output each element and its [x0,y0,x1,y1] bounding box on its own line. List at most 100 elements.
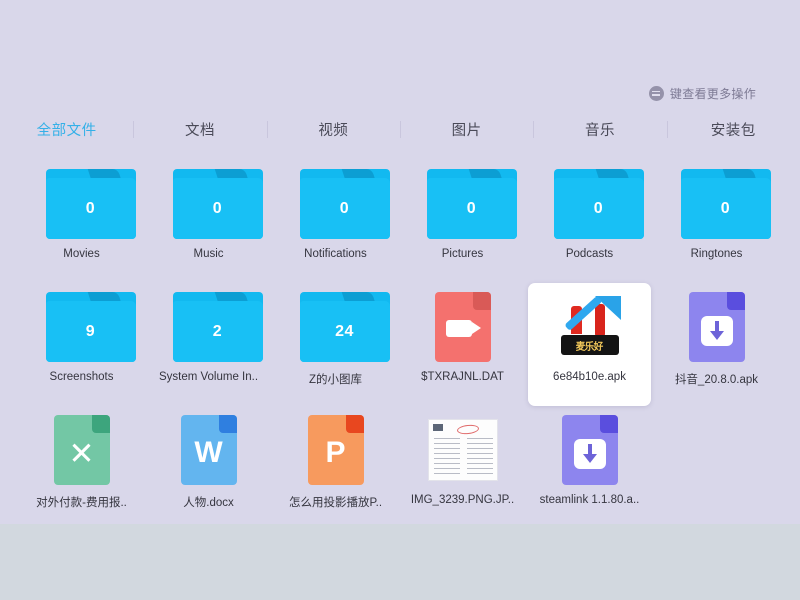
apk-file-icon [561,415,618,485]
file-thumbnail: W [173,414,245,486]
file-thumbnail: 0 [45,168,136,240]
music-app-icon: 麦乐好 [556,294,623,360]
file-label: steamlink 1.1.80.a.. [539,494,640,506]
file-label: $TXRAJNL.DAT [421,371,504,383]
tab-label: 安装包 [710,122,756,139]
image-thumbnail-icon [427,419,498,481]
file-item[interactable]: steamlink 1.1.80.a.. [528,406,651,529]
file-item[interactable]: 抖音_20.8.0.apk [655,283,778,406]
folder-item-count: 0 [85,199,96,217]
file-thumbnail: P [300,414,372,486]
folder-item-count: 0 [339,199,350,217]
folder-icon: 9 [45,292,136,362]
tab-label: 音乐 [584,122,615,139]
folder-item-count: 0 [212,199,223,217]
file-thumbnail [681,291,753,363]
file-item[interactable]: ✕ 对外付款-费用报.. [20,406,143,529]
file-thumbnail: 2 [172,291,263,363]
folder-icon: 0 [45,169,136,239]
file-label: Z的小图库 [308,374,363,386]
folder-item-count: 9 [85,322,96,340]
file-thumbnail [427,414,499,486]
folder-item-count: 2 [212,322,223,340]
file-label: 怎么用投影播放P.. [288,497,383,509]
bottom-bar [0,524,800,600]
file-item[interactable]: 0 Movies [20,160,143,283]
file-thumbnail: 麦乐好 [554,291,626,363]
file-thumbnail: 9 [45,291,136,363]
folder-icon: 24 [299,292,390,362]
folder-item-count: 0 [593,199,604,217]
tab-4[interactable]: 音乐 [533,119,668,140]
tab-0[interactable]: 全部文件 [0,119,135,140]
video-camera-icon [445,320,481,337]
tab-1[interactable]: 文档 [133,119,268,140]
word-w-glyph: W [194,436,223,469]
word-file-icon: W [180,415,237,485]
file-label: Ringtones [690,248,743,260]
folder-icon: 0 [680,169,771,239]
file-label: Podcasts [565,248,614,260]
file-item[interactable]: 24 Z的小图库 [274,283,397,406]
file-grid: 0 Movies 0 Music 0 Notifications 0 Pictures 0 Pod… [18,160,782,529]
folder-icon: 0 [426,169,517,239]
file-item[interactable]: 2 System Volume In.. [147,283,270,406]
tab-label: 全部文件 [36,122,97,139]
file-thumbnail: ✕ [46,414,118,486]
file-item[interactable]: IMG_3239.PNG.JP.. [401,406,524,529]
file-thumbnail: 24 [299,291,390,363]
tab-5[interactable]: 安装包 [667,119,800,140]
file-item[interactable]: 0 Ringtones [655,160,778,283]
powerpoint-file-icon: P [307,415,364,485]
file-item[interactable]: 0 Notifications [274,160,397,283]
folder-icon: 0 [299,169,390,239]
tab-2[interactable]: 视频 [267,119,401,140]
video-file-icon [434,292,491,362]
file-label: System Volume In.. [158,371,259,383]
folder-icon: 0 [553,169,644,239]
app-banner-text: 麦乐好 [575,341,604,353]
file-item[interactable]: $TXRAJNL.DAT [401,283,524,406]
apk-file-icon [688,292,745,362]
folder-item-count: 0 [720,199,731,217]
file-item[interactable]: 9 Screenshots [20,283,143,406]
file-label: Screenshots [49,371,114,383]
file-label: Movies [63,248,100,260]
file-item-selected[interactable]: 麦乐好 6e84b10e.apk [528,283,651,406]
file-label: IMG_3239.PNG.JP.. [410,494,515,506]
folder-item-count: 0 [466,199,477,217]
file-label: Notifications [304,248,367,260]
file-thumbnail: 0 [299,168,390,240]
folder-icon: 0 [172,169,263,239]
tab-3[interactable]: 图片 [400,119,535,140]
file-manager-panel: 键查看更多操作 全部文件 文档 视频 图片 音乐 安装包 0 Movies 0 Music 0 No… [0,0,800,524]
file-label: 人物.docx [183,497,234,509]
folder-item-count: 24 [335,322,354,340]
tab-label: 文档 [184,122,215,139]
folder-icon: 2 [172,292,263,362]
file-thumbnail: 0 [172,168,263,240]
powerpoint-p-glyph: P [325,436,346,469]
more-actions-hint[interactable]: 键查看更多操作 [648,85,756,102]
file-label: 抖音_20.8.0.apk [674,374,759,386]
file-label: Music [193,248,224,260]
file-thumbnail [554,414,626,486]
tab-label: 图片 [451,122,482,139]
file-label: Pictures [441,248,484,260]
file-item[interactable]: W 人物.docx [147,406,270,529]
app-banner: 麦乐好 [560,335,619,355]
menu-circle-icon [648,86,664,101]
file-thumbnail [427,291,499,363]
more-actions-label: 键查看更多操作 [669,87,756,101]
file-item[interactable]: 0 Podcasts [528,160,651,283]
file-label: 6e84b10e.apk [553,371,626,383]
file-thumbnail: 0 [553,168,644,240]
file-item[interactable]: P 怎么用投影播放P.. [274,406,397,529]
file-thumbnail: 0 [680,168,771,240]
file-item[interactable]: 0 Music [147,160,270,283]
tab-label: 视频 [318,122,349,139]
download-arrow-icon [700,316,733,346]
excel-x-glyph: ✕ [68,436,95,471]
file-item[interactable]: 0 Pictures [401,160,524,283]
category-tab-bar: 全部文件 文档 视频 图片 音乐 安装包 [0,117,800,141]
